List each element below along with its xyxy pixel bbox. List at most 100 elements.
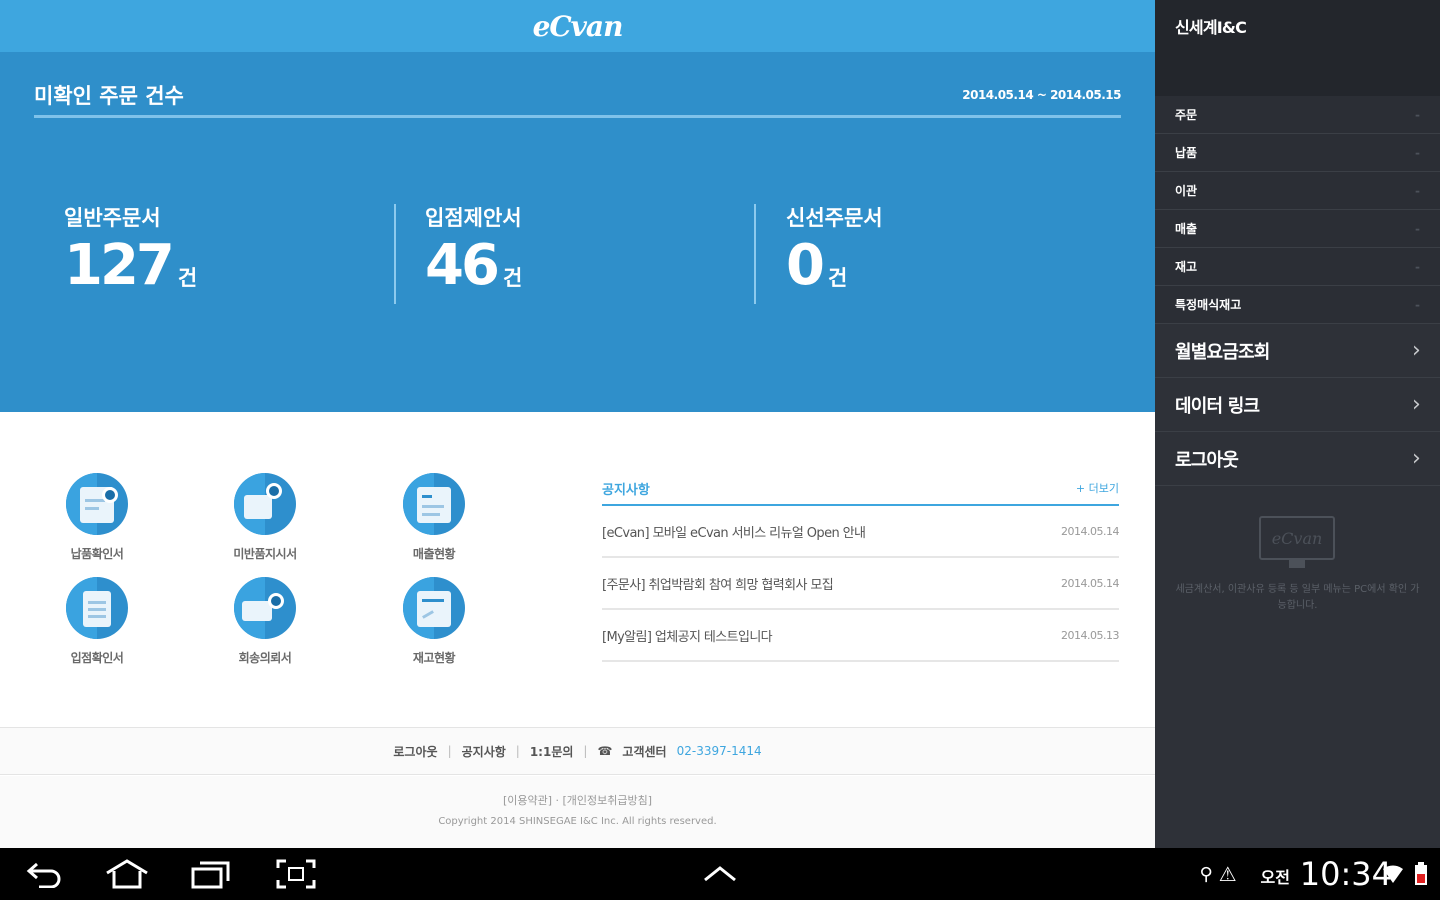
chevron-right-icon: › bbox=[1412, 338, 1421, 363]
quick-menu-return-order[interactable]: 미반품지시서 bbox=[210, 473, 320, 562]
stat-value: 127 bbox=[64, 233, 175, 298]
entry-confirm-icon bbox=[66, 577, 128, 639]
notice-item[interactable]: [My알림] 업체공지 테스트입니다 2014.05.13 bbox=[602, 610, 1119, 662]
pc-monitor-stand bbox=[1289, 560, 1305, 568]
footer-inquiry-link[interactable]: 1:1문의 bbox=[530, 743, 574, 760]
notice-item-title: [eCvan] 모바일 eCvan 서비스 리뉴얼 Open 안내 bbox=[602, 525, 866, 541]
quick-menu-label: 재고현황 bbox=[412, 651, 456, 665]
quick-menu-inventory-status[interactable]: 재고현황 bbox=[379, 577, 489, 666]
app-root: eCvan 미확인 주문 건수 2014.05.14 ~ 2014.05.15 … bbox=[0, 0, 1440, 900]
footer-logout-link[interactable]: 로그아웃 bbox=[393, 743, 437, 760]
pc-only-notice: 세금계산서, 이관사유 등록 등 일부 메뉴는 PC에서 확인 가능합니다. bbox=[1175, 584, 1420, 611]
sidebar-item-label: 특정매식재고 bbox=[1175, 298, 1242, 312]
quick-menu-label: 매출현황 bbox=[412, 547, 456, 561]
notice-header: 공지사항 + 더보기 bbox=[602, 472, 1119, 506]
quick-menu-sales-status[interactable]: 매출현황 bbox=[379, 473, 489, 562]
footer-separator: | bbox=[515, 744, 520, 758]
footer-separator: | bbox=[583, 744, 588, 758]
sidebar-item-order[interactable]: 주문 - bbox=[1155, 96, 1440, 134]
sidebar-item-specific-inventory[interactable]: 특정매식재고 - bbox=[1155, 286, 1440, 324]
footer-legal: [이용약관] · [개인정보취급방침] Copyright 2014 SHINS… bbox=[0, 776, 1155, 848]
footer-copyright: Copyright 2014 SHINSEGAE I&C Inc. All ri… bbox=[438, 816, 717, 827]
quick-menu-entry-confirm[interactable]: 입점확인서 bbox=[42, 577, 152, 666]
dash-icon: - bbox=[1415, 259, 1420, 274]
stat-general-orders[interactable]: 일반주문서 127 건 bbox=[64, 202, 197, 302]
sidebar-item-label: 주문 bbox=[1175, 108, 1198, 122]
stat-value: 0 bbox=[786, 233, 825, 298]
delivery-confirm-icon bbox=[66, 473, 128, 535]
stat-unit: 건 bbox=[827, 266, 848, 290]
sidebar-item-label: 매출 bbox=[1175, 222, 1198, 236]
footer-links: 로그아웃 | 공지사항 | 1:1문의 | ☎ 고객센터 02-3397-141… bbox=[0, 727, 1155, 775]
notice-title: 공지사항 bbox=[602, 482, 650, 498]
back-icon bbox=[26, 862, 61, 888]
top-bar: eCvan bbox=[0, 0, 1155, 52]
summary-header: 미확인 주문 건수 2014.05.14 ~ 2014.05.15 bbox=[34, 74, 1121, 118]
usb-icon: ⚲ bbox=[1199, 863, 1213, 885]
notice-more-link[interactable]: + 더보기 bbox=[1076, 480, 1119, 496]
side-menu: 신세계I&C 주문 - 납품 - 이관 - 매출 - 재고 - 특정매식재고 - 월별요금조… bbox=[1155, 0, 1440, 848]
chevron-up-icon bbox=[704, 866, 736, 882]
ecvan-logo[interactable]: eCvan bbox=[533, 10, 624, 43]
home-icon bbox=[106, 859, 148, 889]
sidebar-item-data-link[interactable]: 데이터 링크 › bbox=[1155, 378, 1440, 432]
sidebar-item-delivery[interactable]: 납품 - bbox=[1155, 134, 1440, 172]
quick-menu-label: 회송의뢰서 bbox=[238, 651, 292, 665]
quick-menu-delivery-confirm[interactable]: 납품확인서 bbox=[42, 473, 152, 562]
pc-monitor-icon: eCvan bbox=[1259, 516, 1335, 560]
stat-unit: 건 bbox=[177, 266, 198, 290]
return-request-icon bbox=[234, 577, 296, 639]
back-button[interactable] bbox=[24, 858, 64, 890]
sidebar-item-label: 월별요금조회 bbox=[1175, 341, 1270, 363]
dash-icon: - bbox=[1415, 145, 1420, 160]
chevron-right-icon: › bbox=[1412, 446, 1421, 471]
quick-menu-label: 납품확인서 bbox=[70, 547, 124, 561]
quick-menu-label: 미반품지시서 bbox=[233, 547, 297, 561]
pc-logo: eCvan bbox=[1271, 528, 1323, 548]
sidebar-item-transfer[interactable]: 이관 - bbox=[1155, 172, 1440, 210]
system-navigation-bar: ⚲ ⚠ 오전 10:34 bbox=[0, 848, 1440, 900]
sales-status-icon bbox=[403, 473, 465, 535]
quick-menu-label: 입점확인서 bbox=[70, 651, 124, 665]
sidebar-company-name: 신세계I&C bbox=[1155, 0, 1440, 96]
screen-capture-icon bbox=[276, 859, 316, 889]
footer-separator: | bbox=[447, 744, 452, 758]
inventory-status-icon bbox=[403, 577, 465, 639]
warning-icon: ⚠ bbox=[1218, 862, 1237, 886]
clock-ampm: 오전 bbox=[1260, 868, 1290, 887]
recent-apps-button[interactable] bbox=[190, 858, 232, 890]
stat-divider bbox=[394, 204, 396, 304]
stat-entry-proposals[interactable]: 입점제안서 46 건 bbox=[425, 202, 522, 302]
sidebar-item-label: 납품 bbox=[1175, 146, 1198, 160]
stat-unit: 건 bbox=[502, 266, 523, 290]
sidebar-item-monthly-fee[interactable]: 월별요금조회 › bbox=[1155, 324, 1440, 378]
stat-fresh-orders[interactable]: 신선주문서 0 건 bbox=[786, 202, 883, 302]
notice-item[interactable]: [eCvan] 모바일 eCvan 서비스 리뉴얼 Open 안내 2014.0… bbox=[602, 506, 1119, 558]
return-order-icon bbox=[234, 473, 296, 535]
footer-terms-links[interactable]: [이용약관] · [개인정보취급방침] bbox=[0, 792, 1155, 808]
stat-label: 입점제안서 bbox=[425, 206, 522, 230]
sidebar-item-inventory[interactable]: 재고 - bbox=[1155, 248, 1440, 286]
recent-apps-icon bbox=[191, 861, 230, 889]
footer-notice-link[interactable]: 공지사항 bbox=[462, 743, 506, 760]
quick-menu-return-request[interactable]: 회송의뢰서 bbox=[210, 577, 320, 666]
battery-icon bbox=[1412, 858, 1430, 890]
notice-item-date: 2014.05.14 bbox=[1061, 576, 1119, 590]
unconfirmed-summary: 미확인 주문 건수 2014.05.14 ~ 2014.05.15 일반주문서 … bbox=[0, 52, 1155, 412]
stat-value: 46 bbox=[425, 233, 500, 298]
sidebar-item-sales[interactable]: 매출 - bbox=[1155, 210, 1440, 248]
expand-up-button[interactable] bbox=[700, 858, 740, 890]
sidebar-item-label: 데이터 링크 bbox=[1175, 395, 1260, 417]
home-button[interactable] bbox=[104, 858, 150, 890]
summary-date-range: 2014.05.14 ~ 2014.05.15 bbox=[962, 87, 1121, 102]
call-center-phone[interactable]: 02-3397-1414 bbox=[677, 744, 762, 758]
notice-item[interactable]: [주문사] 취업박람회 참여 희망 협력회사 모집 2014.05.14 bbox=[602, 558, 1119, 610]
stat-label: 일반주문서 bbox=[64, 206, 161, 230]
sidebar-item-logout[interactable]: 로그아웃 › bbox=[1155, 432, 1440, 486]
screen-capture-button[interactable] bbox=[276, 858, 316, 890]
notice-item-date: 2014.05.13 bbox=[1061, 628, 1119, 642]
notice-item-title: [주문사] 취업박람회 참여 희망 협력회사 모집 bbox=[602, 577, 834, 593]
call-center-label: 고객센터 bbox=[622, 744, 667, 759]
stat-divider bbox=[754, 204, 756, 304]
notice-board: 공지사항 + 더보기 [eCvan] 모바일 eCvan 서비스 리뉴얼 Ope… bbox=[602, 472, 1119, 662]
